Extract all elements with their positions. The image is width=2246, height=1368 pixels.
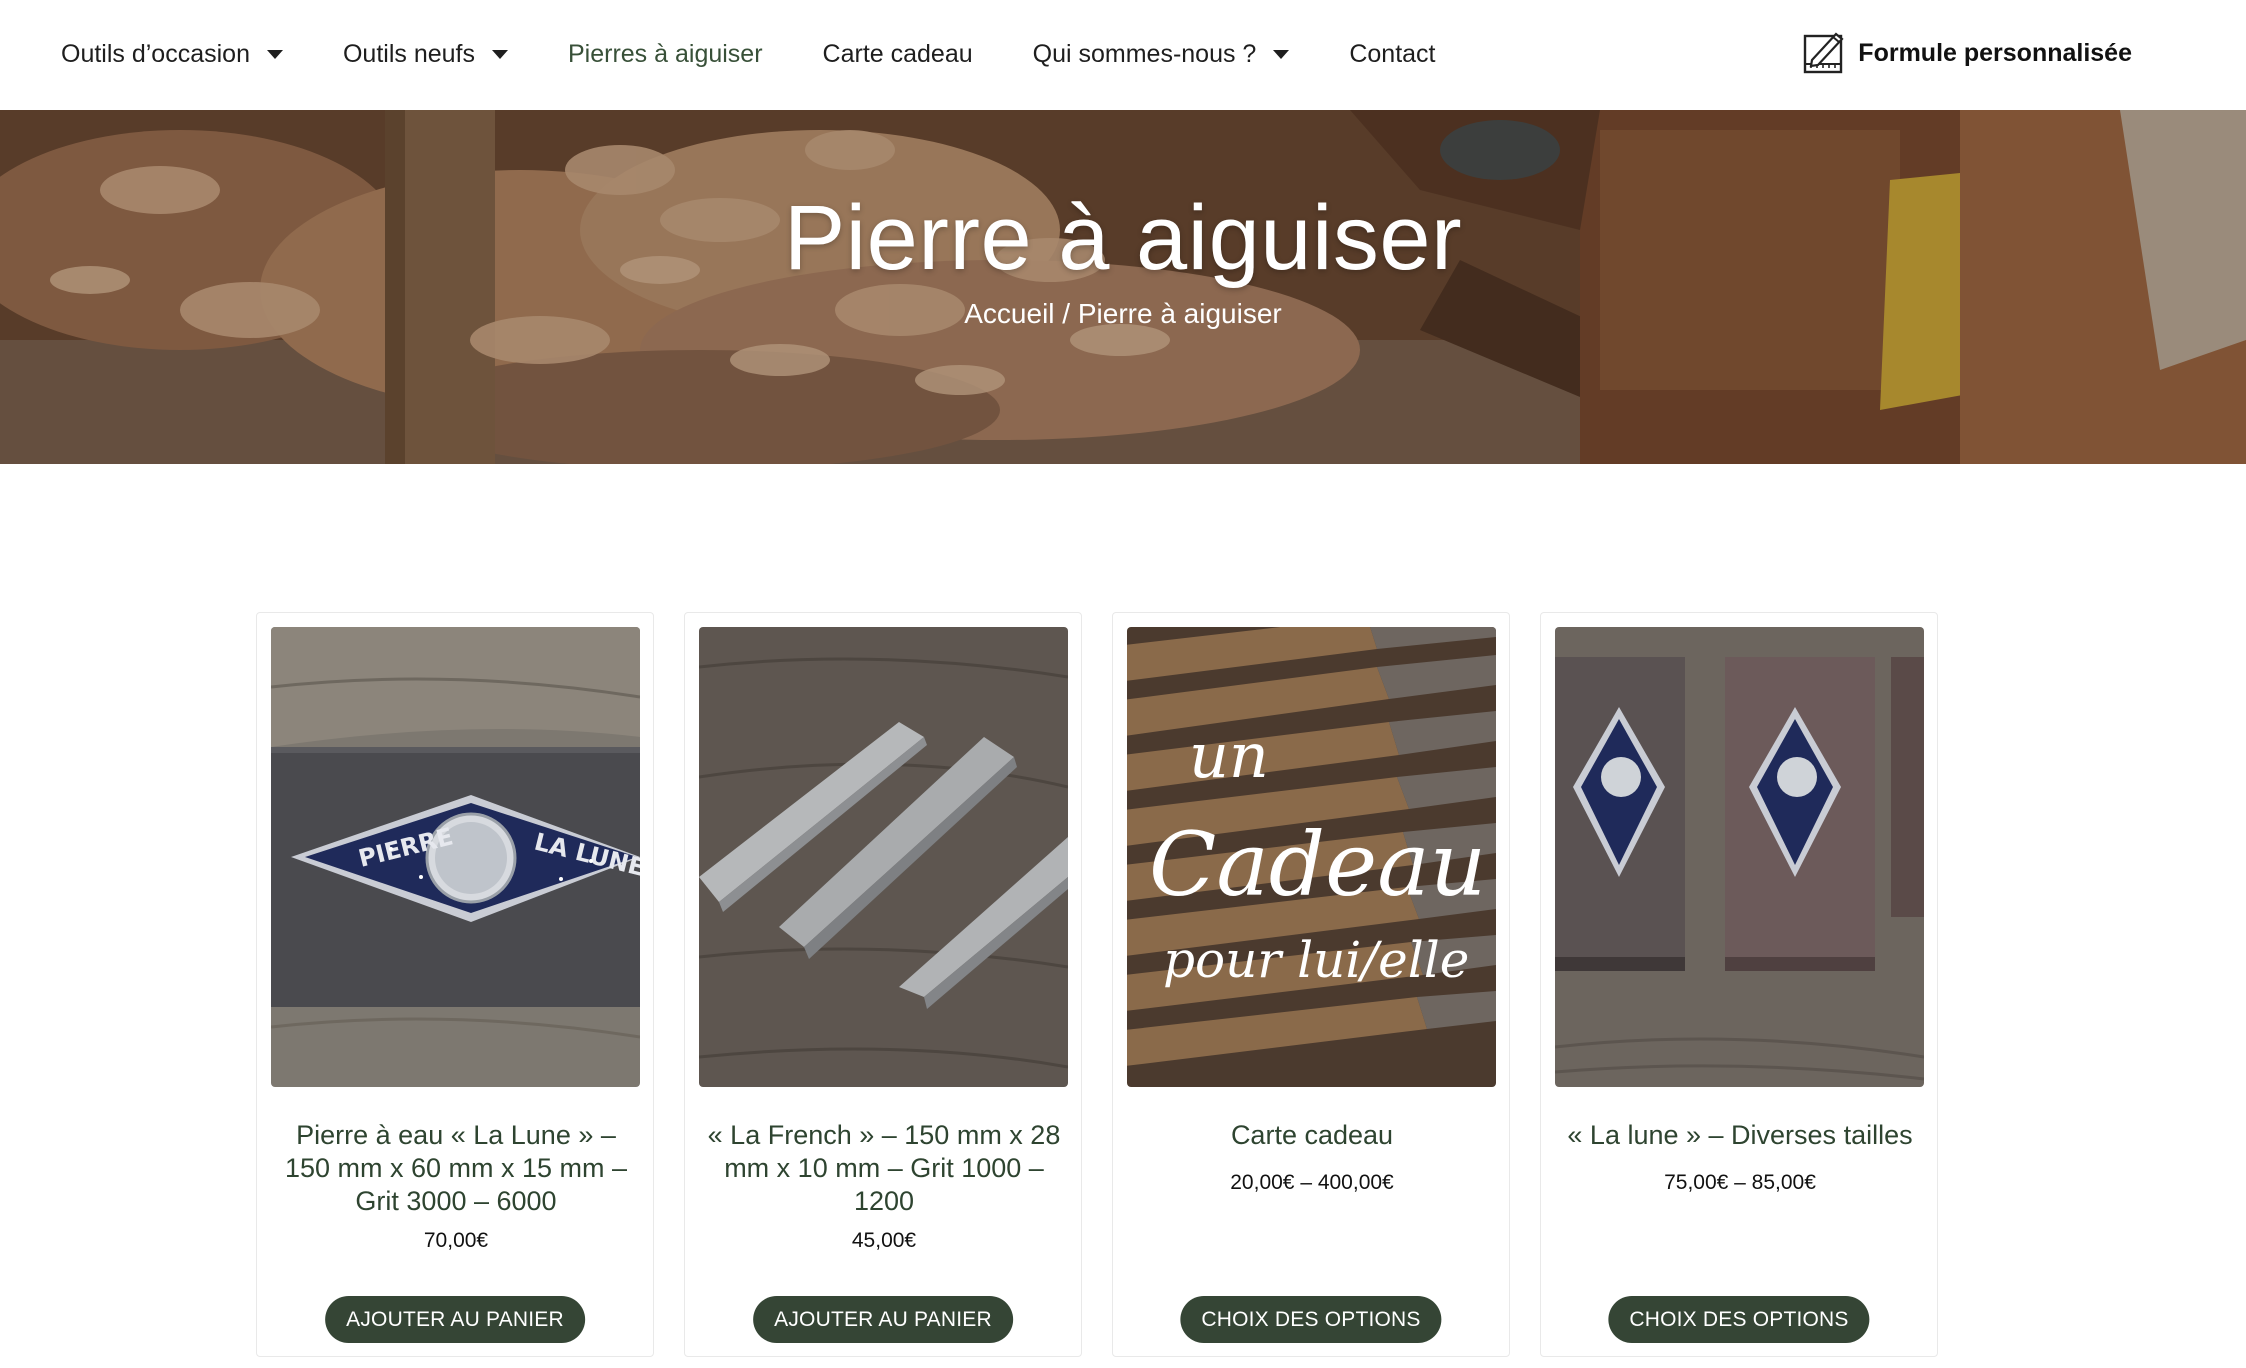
product-price: 45,00€ [851, 1229, 917, 1252]
chevron-down-icon [1273, 49, 1290, 59]
page-title: Pierre à aiguiser [783, 187, 1463, 289]
formule-personnalisee-link[interactable]: Formule personnalisée [1802, 30, 2132, 76]
product-title[interactable]: « La lune » – Diverses tailles [1555, 1119, 1925, 1152]
product-card: « La French » – 150 mm x 28 mm x 10 mm –… [684, 612, 1082, 1357]
product-price: 70,00€ [423, 1229, 489, 1252]
product-image-carte-cadeau[interactable]: un Cadeau pour lui/elle [1127, 627, 1496, 1087]
ruler-pencil-icon [1804, 32, 1844, 74]
nav-item-label: Pierres à aiguiser [568, 39, 763, 68]
gift-image-text-cadeau: Cadeau [1149, 813, 1486, 916]
product-title[interactable]: Pierre à eau « La Lune » – 150 mm x 60 m… [271, 1119, 641, 1218]
page-hero: Pierre à aiguiser Accueil / Pierre à aig… [0, 110, 2246, 464]
product-card: un Cadeau pour lui/elle Carte cadeau 20,… [1112, 612, 1510, 1357]
product-card: PIERRE LA LUNE Pierre à eau « La Lune » … [256, 612, 654, 1357]
nav-item-outils-occasion[interactable]: Outils d’occasion [61, 40, 283, 69]
breadcrumb-current: Pierre à aiguiser [1077, 298, 1282, 329]
gift-image-text-pour: pour lui/elle [1163, 931, 1469, 989]
nav-item-label: Outils d’occasion [61, 39, 250, 68]
chevron-down-icon [492, 49, 508, 59]
product-title[interactable]: « La French » – 150 mm x 28 mm x 10 mm –… [699, 1119, 1069, 1218]
main-nav: Outils d’occasion Outils neufs Pierres à… [61, 0, 1496, 108]
product-grid: PIERRE LA LUNE Pierre à eau « La Lune » … [256, 612, 1968, 1357]
formule-label: Formule personnalisée [1858, 38, 2132, 67]
site-header: Outils d’occasion Outils neufs Pierres à… [0, 0, 2246, 110]
product-image-la-french-stones[interactable] [699, 627, 1068, 1087]
product-card: « La lune » – Diverses tailles 75,00€ – … [1540, 612, 1938, 1357]
nav-item-contact[interactable]: Contact [1349, 40, 1435, 69]
nav-item-pierres[interactable]: Pierres à aiguiser [568, 40, 763, 69]
choose-options-button[interactable]: CHOIX DES OPTIONS [1608, 1296, 1870, 1343]
product-title[interactable]: Carte cadeau [1127, 1119, 1497, 1152]
breadcrumb: Accueil / Pierre à aiguiser [0, 298, 2246, 330]
gift-image-text-un: un [1189, 719, 1269, 792]
product-price: 20,00€ – 400,00€ [1230, 1171, 1394, 1194]
nav-item-label: Contact [1349, 39, 1436, 68]
nav-item-label: Qui sommes-nous ? [1032, 39, 1257, 68]
breadcrumb-separator: / [1054, 298, 1078, 329]
nav-item-label: Outils neufs [342, 39, 475, 68]
choose-options-button[interactable]: CHOIX DES OPTIONS [1180, 1296, 1442, 1343]
product-price: 75,00€ – 85,00€ [1664, 1171, 1816, 1194]
nav-item-qui-sommes-nous[interactable]: Qui sommes-nous ? [1033, 40, 1290, 69]
nav-item-label: Carte cadeau [822, 39, 973, 68]
nav-item-outils-neufs[interactable]: Outils neufs [343, 40, 508, 69]
breadcrumb-home-link[interactable]: Accueil [964, 298, 1054, 329]
add-to-cart-button[interactable]: AJOUTER AU PANIER [753, 1296, 1013, 1343]
add-to-cart-button[interactable]: AJOUTER AU PANIER [325, 1296, 585, 1343]
chevron-down-icon [266, 49, 283, 59]
nav-item-carte-cadeau[interactable]: Carte cadeau [823, 40, 973, 69]
product-image-la-lune-sizes[interactable] [1555, 627, 1924, 1087]
product-image-la-lune-stone[interactable]: PIERRE LA LUNE [271, 627, 640, 1087]
